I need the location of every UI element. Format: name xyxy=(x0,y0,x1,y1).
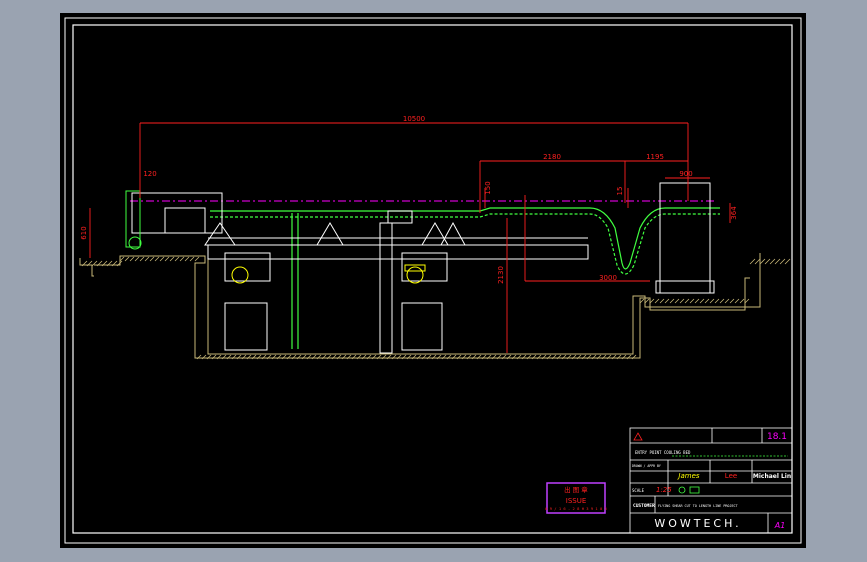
sheet-size: A1 xyxy=(774,521,786,530)
dim-overall-length: 10500 xyxy=(403,115,425,123)
inner-frame xyxy=(72,24,793,534)
projection-box-icon xyxy=(689,486,700,494)
scale-label: SCALE xyxy=(632,488,645,493)
dim-segment-b: 1195 xyxy=(646,153,664,161)
warning-icon xyxy=(633,432,643,441)
designer-name: James xyxy=(676,472,699,480)
scale-value: 1:25 xyxy=(656,486,672,494)
conveyor-chain xyxy=(210,207,720,349)
drawing-title: ENTRY POINT COOLING BED xyxy=(635,450,691,455)
drawing-sheet: 10500 2180 1195 900 120 610 150 15 364 2… xyxy=(60,13,806,548)
projection-symbol-icon xyxy=(678,486,686,494)
stamp-bottom-text: 0 9 / 1 6 - 2 8 H 3 9 1 0 3 xyxy=(545,506,607,511)
stamp-top-text: 出 图 章 xyxy=(564,485,588,494)
dim-rise-150: 150 xyxy=(484,181,492,194)
dim-loop-width: 3000 xyxy=(599,274,617,282)
hydraulic-units xyxy=(231,264,426,284)
company-name: WOWTECH. xyxy=(654,517,741,530)
customer-text: FLYING SHEAR CUT TO LENGTH LINE PROJECT xyxy=(658,504,738,508)
dim-left-height: 610 xyxy=(80,226,88,239)
stamp-issue-label: ISSUE xyxy=(566,497,587,505)
dim-upper-width: 900 xyxy=(679,170,692,178)
title-block-text: 18.1 ENTRY POINT COOLING BED DRAWN / APP… xyxy=(632,432,791,530)
dim-side-364: 364 xyxy=(730,206,738,220)
dim-pit-depth: 2130 xyxy=(497,266,505,284)
customer-label: CUSTOMER xyxy=(633,503,655,509)
dim-rise-15: 15 xyxy=(616,187,624,196)
motor-drive-left xyxy=(125,190,142,250)
cad-drawing: 10500 2180 1195 900 120 610 150 15 364 2… xyxy=(64,17,802,544)
dim-left-small: 120 xyxy=(143,170,156,178)
dim-segment-a: 2180 xyxy=(543,153,561,161)
approver-name: Michael Lin xyxy=(753,473,791,480)
issue-stamp: 出 图 章 ISSUE 0 9 / 1 6 - 2 8 H 3 9 1 0 3 xyxy=(545,482,607,514)
checker-name: Lee xyxy=(725,472,737,480)
ground-hatching xyxy=(81,256,791,360)
row-designed-label: DRAWN / APPR BY xyxy=(632,464,661,468)
sheet-number: 18.1 xyxy=(767,432,787,442)
